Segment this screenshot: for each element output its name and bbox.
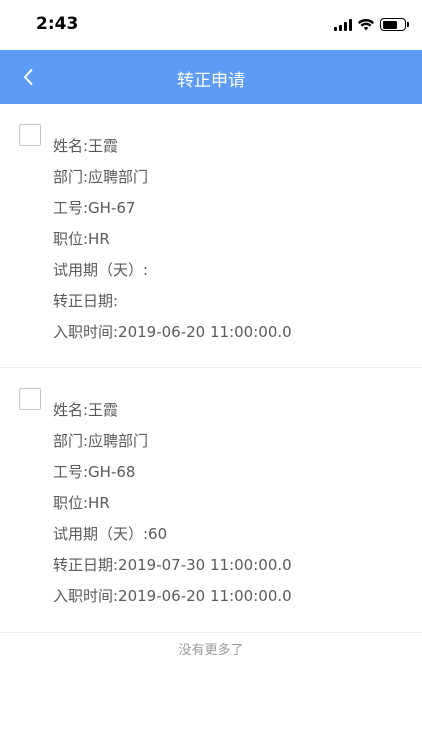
field-hire-time: 入职时间:2019-06-20 11:00:00.0: [53, 323, 292, 341]
field-hire-time: 入职时间:2019-06-20 11:00:00.0: [53, 587, 292, 605]
field-position: 职位:HR: [53, 494, 110, 512]
nav-bar: 转正申请: [0, 50, 422, 104]
field-probation-days: 试用期（天）:: [53, 261, 149, 279]
status-time: 2:43: [36, 14, 79, 34]
cellular-signal-icon: [334, 18, 352, 31]
field-department: 部门:应聘部门: [53, 168, 149, 186]
battery-icon: [380, 18, 409, 31]
field-employee-id: 工号:GH-67: [53, 199, 136, 217]
select-checkbox[interactable]: [19, 124, 41, 146]
wifi-icon: [358, 18, 374, 30]
list-item: 姓名:王霞 部门:应聘部门 工号:GH-67 职位:HR 试用期（天）: 转正日…: [0, 104, 422, 368]
select-checkbox[interactable]: [19, 388, 41, 410]
no-more-text: 没有更多了: [178, 643, 244, 658]
field-name: 姓名:王霞: [53, 137, 119, 155]
field-regular-date: 转正日期:2019-07-30 11:00:00.0: [53, 556, 292, 574]
field-position: 职位:HR: [53, 230, 110, 248]
field-employee-id: 工号:GH-68: [53, 463, 136, 481]
field-probation-days: 试用期（天）:60: [53, 525, 168, 543]
record-fields: 姓名:王霞 部门:应聘部门 工号:GH-67 职位:HR 试用期（天）: 转正日…: [53, 132, 292, 349]
field-regular-date: 转正日期:: [53, 292, 119, 310]
field-name: 姓名:王霞: [53, 401, 119, 419]
status-bar: 2:43: [0, 0, 422, 50]
application-list: 姓名:王霞 部门:应聘部门 工号:GH-67 职位:HR 试用期（天）: 转正日…: [0, 104, 422, 633]
field-department: 部门:应聘部门: [53, 432, 149, 450]
status-icons: [334, 18, 409, 31]
list-item: 姓名:王霞 部门:应聘部门 工号:GH-68 职位:HR 试用期（天）:60 转…: [0, 368, 422, 633]
page-title: 转正申请: [177, 71, 245, 91]
record-fields: 姓名:王霞 部门:应聘部门 工号:GH-68 职位:HR 试用期（天）:60 转…: [53, 396, 292, 613]
